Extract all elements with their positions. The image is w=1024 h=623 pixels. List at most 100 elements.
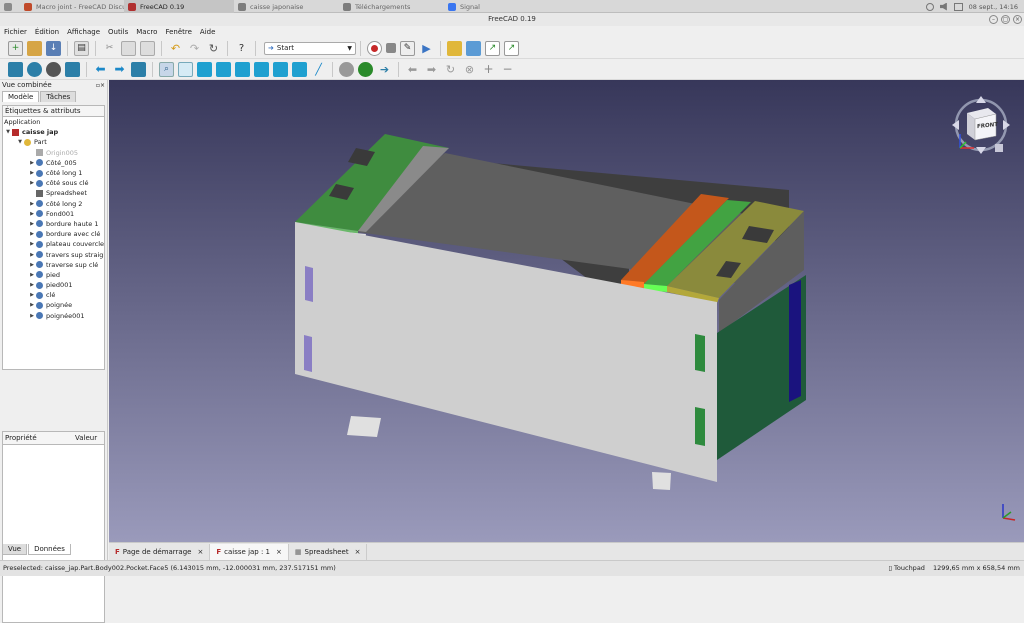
web-go-icon[interactable]: ➔: [377, 62, 392, 77]
fit-all-icon[interactable]: [8, 61, 23, 77]
navigation-cube[interactable]: FRONT: [952, 96, 1010, 160]
taskbar-item[interactable]: Téléchargements: [339, 0, 444, 13]
link-icon[interactable]: ↗: [485, 40, 500, 56]
3d-viewport[interactable]: FRONT: [109, 80, 1024, 542]
tab-spreadsheet[interactable]: ▦ Spreadsheet ×: [289, 543, 368, 560]
tree-item[interactable]: ▶ poignée001: [3, 311, 104, 321]
property-column-header[interactable]: Propriété: [3, 432, 73, 444]
macro-record-icon[interactable]: [367, 40, 382, 56]
tree-item[interactable]: Spreadsheet: [3, 188, 104, 198]
menu-outils[interactable]: Outils: [104, 26, 132, 38]
taskbar-item[interactable]: caisse japonaise: [234, 0, 339, 13]
tab-modele[interactable]: Modèle: [2, 91, 40, 102]
whats-this-icon[interactable]: ?: [234, 41, 249, 56]
expand-right-icon[interactable]: ▶: [28, 221, 36, 227]
refresh-icon[interactable]: ↻: [206, 41, 221, 56]
tab-donnees[interactable]: Données: [28, 544, 71, 555]
bounding-box-icon[interactable]: [65, 61, 80, 77]
tree-item[interactable]: ▶ Côté_005: [3, 158, 104, 168]
std-view-menu-icon[interactable]: ⌕: [159, 61, 174, 77]
expand-down-icon[interactable]: ▼: [16, 139, 24, 145]
tree-item[interactable]: ▶ traverse sup clé: [3, 260, 104, 270]
expand-right-icon[interactable]: ▶: [28, 180, 36, 186]
cut-icon[interactable]: ✂: [102, 41, 117, 56]
draw-style-icon[interactable]: [46, 61, 61, 77]
macro-run-icon[interactable]: ▶: [419, 41, 434, 56]
tree-item[interactable]: ▶ côté long 2: [3, 199, 104, 209]
close-tab-icon[interactable]: ×: [276, 548, 282, 556]
value-column-header[interactable]: Valeur: [73, 432, 97, 444]
paste-icon[interactable]: [140, 40, 155, 56]
sync-view-icon[interactable]: [131, 61, 146, 77]
link-actions-icon[interactable]: ↗: [504, 40, 519, 56]
tree-item[interactable]: ▶ Fond001: [3, 209, 104, 219]
tree-item[interactable]: ▶ côté long 1: [3, 168, 104, 178]
web-forward-icon[interactable]: ➡: [424, 62, 439, 77]
taskbar-item[interactable]: FreeCAD 0.19: [124, 0, 234, 13]
expand-right-icon[interactable]: ▶: [28, 170, 36, 176]
left-view-icon[interactable]: [292, 61, 307, 77]
expand-down-icon[interactable]: ▼: [4, 129, 12, 135]
tree-item[interactable]: ▶ bordure avec clé: [3, 229, 104, 239]
minimize-button[interactable]: –: [989, 15, 998, 24]
expand-right-icon[interactable]: ▶: [28, 292, 36, 298]
save-icon[interactable]: ↓: [46, 40, 61, 56]
redo-icon[interactable]: ↷: [187, 41, 202, 56]
tab-taches[interactable]: Tâches: [40, 91, 77, 102]
tree-item[interactable]: ▶ travers sup straight: [3, 249, 104, 259]
expand-right-icon[interactable]: ▶: [28, 201, 36, 207]
expand-right-icon[interactable]: ▶: [28, 302, 36, 308]
right-view-icon[interactable]: [235, 61, 250, 77]
web-stop-icon[interactable]: [339, 61, 354, 77]
tree-item[interactable]: ▼ Part: [3, 137, 104, 147]
menu-affichage[interactable]: Affichage: [63, 26, 104, 38]
panel-float-close-icon[interactable]: ▫×: [96, 82, 105, 89]
expand-right-icon[interactable]: ▶: [28, 272, 36, 278]
expand-right-icon[interactable]: ▶: [28, 241, 36, 247]
expand-right-icon[interactable]: ▶: [28, 282, 36, 288]
taskbar-item[interactable]: Macro joint - FreeCAD Discu...: [20, 0, 124, 13]
undo-icon[interactable]: ↶: [168, 41, 183, 56]
menu-aide[interactable]: Aide: [196, 26, 219, 38]
expand-right-icon[interactable]: ▶: [28, 313, 36, 319]
macro-stop-icon[interactable]: [386, 43, 396, 53]
tree-item[interactable]: ▼ caisse jap: [3, 127, 104, 137]
close-button[interactable]: ×: [1013, 15, 1022, 24]
app-menu-icon[interactable]: [0, 0, 20, 13]
network-icon[interactable]: [953, 2, 963, 11]
tree-item[interactable]: ▶ poignée: [3, 300, 104, 310]
expand-right-icon[interactable]: ▶: [28, 231, 36, 237]
new-document-icon[interactable]: +: [8, 40, 23, 56]
tree-item[interactable]: ▶ bordure haute 1: [3, 219, 104, 229]
forward-icon[interactable]: ➡: [112, 62, 127, 77]
copy-icon[interactable]: [121, 40, 136, 56]
web-stop-loading-icon[interactable]: ⊗: [462, 62, 477, 77]
part-create-icon[interactable]: [447, 40, 462, 56]
clock[interactable]: 08 sept., 14:16: [969, 3, 1018, 11]
isometric-view-icon[interactable]: [178, 61, 193, 77]
web-home-icon[interactable]: [358, 61, 373, 77]
web-refresh-icon[interactable]: ↻: [443, 62, 458, 77]
rear-view-icon[interactable]: [254, 61, 269, 77]
menu-edition[interactable]: Édition: [31, 26, 63, 38]
expand-right-icon[interactable]: ▶: [28, 262, 36, 268]
zoom-in-icon[interactable]: +: [481, 62, 496, 77]
expand-right-icon[interactable]: ▶: [28, 211, 36, 217]
measure-icon[interactable]: ╱: [311, 62, 326, 77]
menu-macro[interactable]: Macro: [132, 26, 161, 38]
tree-item[interactable]: ▶ plateau couvercle: [3, 239, 104, 249]
expand-right-icon[interactable]: ▶: [28, 160, 36, 166]
tree-item[interactable]: Origin005: [3, 148, 104, 158]
notification-icon[interactable]: [925, 2, 934, 11]
menu-fenetre[interactable]: Fenêtre: [161, 26, 195, 38]
navigation-style[interactable]: Touchpad: [894, 561, 925, 576]
front-view-icon[interactable]: [197, 61, 212, 77]
top-view-icon[interactable]: [216, 61, 231, 77]
tab-start-page[interactable]: F Page de démarrage ×: [109, 543, 211, 560]
back-icon[interactable]: ⬅: [93, 62, 108, 77]
tree-item[interactable]: ▶ côté sous clé: [3, 178, 104, 188]
workbench-selector[interactable]: ➜ Start ▼: [264, 41, 356, 55]
tab-vue[interactable]: Vue: [2, 544, 28, 555]
menu-fichier[interactable]: Fichier: [0, 26, 31, 38]
web-back-icon[interactable]: ⬅: [405, 62, 420, 77]
